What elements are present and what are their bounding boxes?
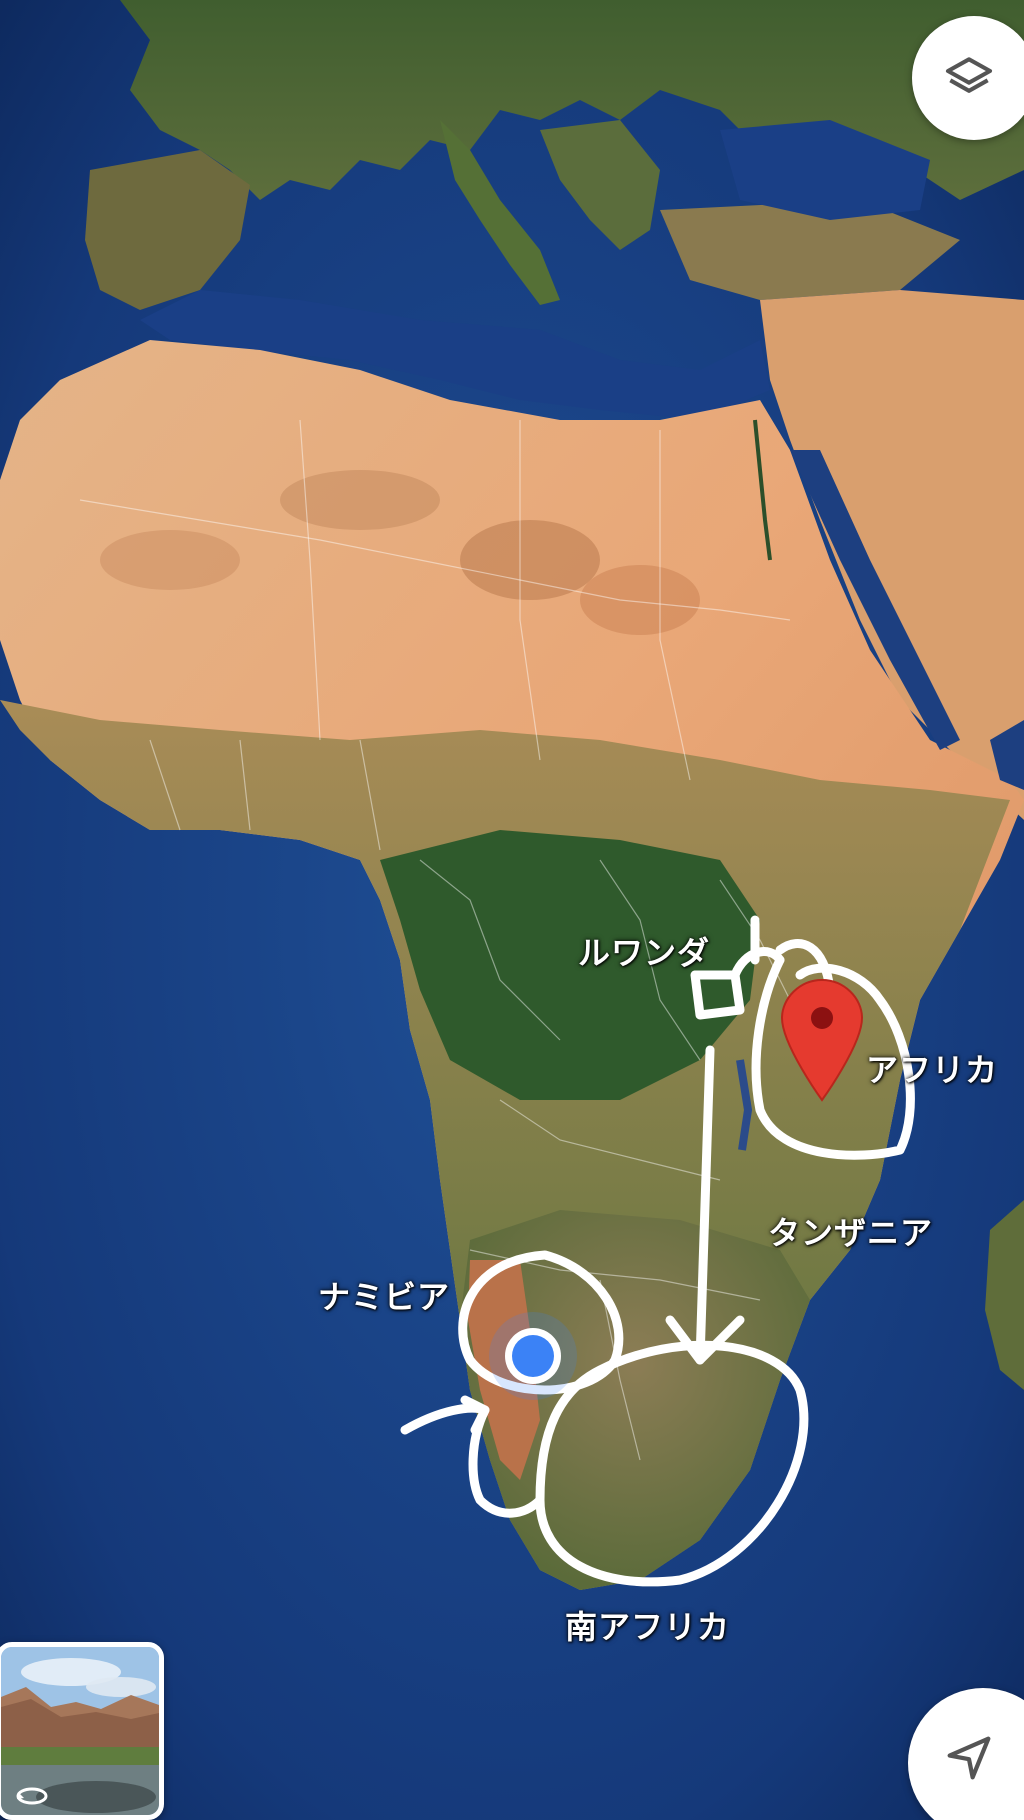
street-view-thumbnail[interactable]: [0, 1642, 164, 1820]
navigation-arrow-icon: [940, 1729, 998, 1787]
label-south-africa: 南アフリカ: [565, 1608, 731, 1646]
map-app: ルワンダ アフリカ タンザニア ナミビア 南アフリカ: [0, 0, 1024, 1820]
360-rotate-icon: [15, 1783, 49, 1809]
label-tanzania: タンザニア: [768, 1214, 934, 1252]
layers-button[interactable]: [912, 16, 1024, 140]
label-namibia: ナミビア: [318, 1278, 451, 1316]
label-rwanda: ルワンダ: [578, 934, 711, 972]
layers-icon: [941, 50, 997, 106]
label-africa: アフリカ: [866, 1051, 999, 1089]
satellite-map[interactable]: [0, 0, 1024, 1820]
